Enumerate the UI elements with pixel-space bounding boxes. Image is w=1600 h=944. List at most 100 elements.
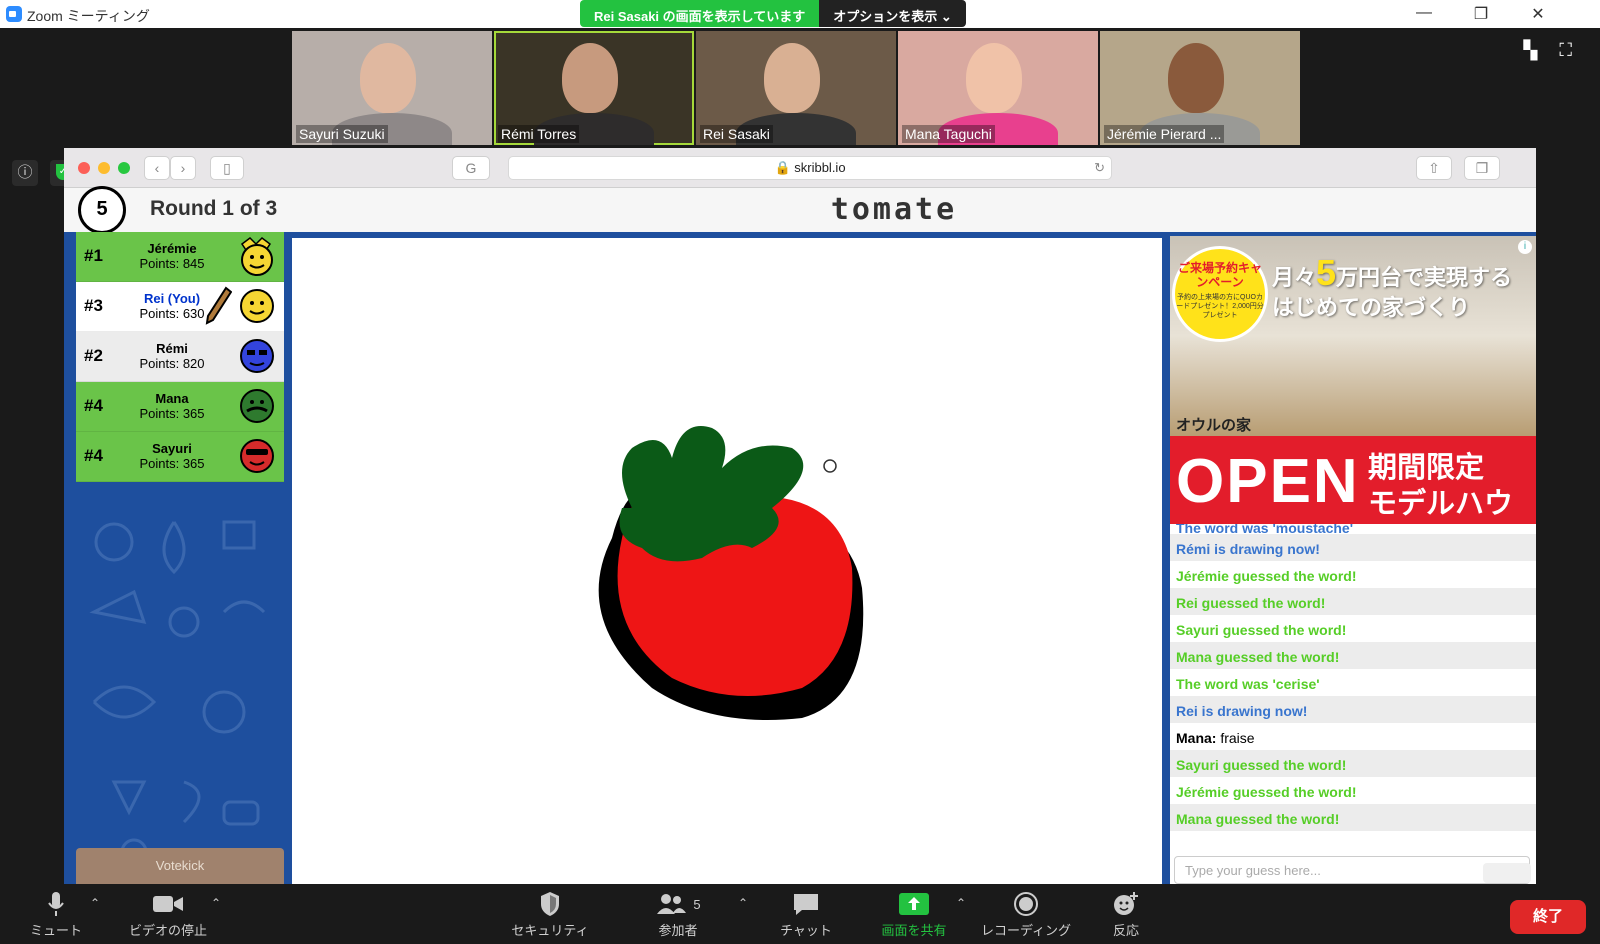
- guess-submit-button[interactable]: [1483, 863, 1531, 883]
- shared-browser-window: ‹ › ▯ G 🔒 skribbl.io ↻ ⇧ ❐ 5 Round 1 of …: [64, 148, 1536, 884]
- participant-face: [764, 43, 820, 113]
- stop-video-button[interactable]: ビデオの停止: [118, 890, 218, 939]
- chat-message: Rémi is drawing now!: [1170, 534, 1536, 561]
- chat-button[interactable]: チャット: [756, 890, 856, 939]
- player-avatar-icon: [240, 289, 274, 323]
- view-options-button[interactable]: オプションを表示 ⌄: [819, 0, 966, 27]
- player-rank: #4: [84, 446, 103, 465]
- close-icon[interactable]: ✕: [1526, 4, 1550, 24]
- advertisement-banner[interactable]: ご来場予約キャンペーン 予約の上来場の方にQUOカードプレゼント！2,000円分…: [1170, 236, 1536, 524]
- forward-icon[interactable]: ›: [170, 156, 196, 180]
- player-avatar-icon: [240, 439, 274, 473]
- player-name: Rei (You): [143, 291, 201, 306]
- restore-icon[interactable]: ❐: [1469, 4, 1493, 24]
- ad-info-icon[interactable]: i: [1518, 240, 1532, 254]
- player-row[interactable]: #1 Jérémie Points: 845: [76, 232, 284, 282]
- meeting-info-icon[interactable]: ⓘ: [12, 160, 38, 186]
- back-icon[interactable]: ‹: [144, 156, 170, 180]
- reactions-label: 反応: [1112, 923, 1139, 938]
- timer-clock-icon: 5: [78, 186, 126, 234]
- player-rank: #1: [84, 246, 103, 265]
- zoom-window: Zoom ミーティング Rei Sasaki の画面を表示しています オプション…: [0, 0, 1600, 944]
- player-name: Rémi: [156, 341, 188, 356]
- votekick-button[interactable]: Votekick: [76, 848, 284, 884]
- share-icon[interactable]: ⇧: [1416, 156, 1452, 180]
- minimize-window-icon[interactable]: [98, 162, 110, 174]
- record-button[interactable]: レコーディング: [976, 890, 1076, 939]
- guess-input[interactable]: Type your guess here...: [1174, 856, 1531, 884]
- chat-message: Rei guessed the word!: [1170, 588, 1536, 615]
- campaign-badge: ご来場予約キャンペーン 予約の上来場の方にQUOカードプレゼント！2,000円分…: [1172, 246, 1268, 342]
- participant-face: [966, 43, 1022, 113]
- headline-number: 5: [1316, 252, 1337, 293]
- reload-icon[interactable]: ↻: [1094, 157, 1105, 179]
- screen-share-banner: Rei Sasaki の画面を表示しています オプションを表示 ⌄: [580, 0, 966, 27]
- lock-icon: 🔒: [774, 160, 795, 175]
- participant-name: Mana Taguchi: [902, 125, 995, 143]
- player-row[interactable]: #2 Rémi Points: 820: [76, 332, 284, 382]
- video-tile[interactable]: Mana Taguchi: [898, 31, 1098, 145]
- player-row[interactable]: #4 Mana Points: 365: [76, 382, 284, 432]
- meeting-controls-bar: ミュート ⌃ ビデオの停止 ⌃ セキュリティ 5 参加者 ⌃ チャット 画面を共…: [0, 884, 1600, 944]
- share-label: 画面を共有: [881, 923, 947, 938]
- extension-icon[interactable]: G: [452, 156, 490, 180]
- chat-author: Mana:: [1176, 730, 1217, 746]
- video-tile-active[interactable]: Rémi Torres: [494, 31, 694, 145]
- mute-label: ミュート: [29, 923, 82, 938]
- participant-name: Sayuri Suzuki: [296, 125, 388, 143]
- player-points: Points: 845: [139, 256, 205, 271]
- sidebar-icon[interactable]: ▯: [210, 156, 244, 180]
- end-meeting-button[interactable]: 終了: [1510, 900, 1586, 934]
- participants-chevron-icon[interactable]: ⌃: [738, 896, 748, 910]
- video-camera-icon: [153, 896, 183, 912]
- share-screen-button[interactable]: 画面を共有: [864, 890, 964, 939]
- player-rank: #4: [84, 396, 103, 415]
- current-word: tomate: [830, 192, 958, 227]
- chat-message: Mana: fraise: [1170, 723, 1536, 750]
- fullscreen-icon[interactable]: ⛶: [1559, 40, 1572, 61]
- shield-icon: [541, 892, 559, 916]
- address-bar[interactable]: 🔒 skribbl.io ↻: [508, 156, 1112, 180]
- reactions-button[interactable]: 反応: [1076, 890, 1176, 939]
- ad-limited-text: 期間限定 モデルハウス: [1368, 450, 1536, 524]
- video-tile[interactable]: Jérémie Pierard ...: [1100, 31, 1300, 145]
- player-avatar-icon: [240, 339, 274, 373]
- ad-open-text: OPEN: [1176, 447, 1360, 516]
- participant-name: Rei Sasaki: [700, 125, 773, 143]
- video-tile[interactable]: Sayuri Suzuki: [292, 31, 492, 145]
- round-indicator: Round 1 of 3: [150, 197, 278, 220]
- participants-button[interactable]: 5 参加者: [628, 890, 728, 939]
- chat-label: チャット: [780, 923, 832, 938]
- audio-options-chevron-icon[interactable]: ⌃: [90, 896, 100, 910]
- player-row[interactable]: #4 Sayuri Points: 365: [76, 432, 284, 482]
- participant-face: [562, 43, 618, 113]
- title-bar: Zoom ミーティング Rei Sasaki の画面を表示しています オプション…: [0, 0, 1600, 28]
- tomato-drawing: [598, 426, 864, 720]
- gallery-view-icon[interactable]: ▚: [1524, 40, 1538, 61]
- player-row-self[interactable]: #3 Rei (You) Points: 630: [76, 282, 284, 332]
- video-tile[interactable]: Rei Sasaki: [696, 31, 896, 145]
- game-header: 5 Round 1 of 3 tomate: [64, 186, 1536, 234]
- player-avatar-icon: [240, 389, 274, 423]
- minimize-icon[interactable]: —: [1412, 4, 1436, 22]
- drawing-canvas[interactable]: [292, 238, 1162, 884]
- zoom-window-icon[interactable]: [118, 162, 130, 174]
- player-points: Points: 630: [139, 306, 205, 321]
- security-button[interactable]: セキュリティ: [500, 890, 600, 939]
- record-icon: [1014, 892, 1038, 916]
- chat-bubble-icon: [794, 894, 818, 915]
- campaign-subtitle: 予約の上来場の方にQUOカードプレゼント！2,000円分プレゼント: [1176, 294, 1264, 319]
- close-window-icon[interactable]: [78, 162, 90, 174]
- chat-message: The word was 'moustache': [1170, 524, 1536, 536]
- player-name: Jérémie: [147, 241, 197, 256]
- chat-messages: Rémi is drawing now! Jérémie guessed the…: [1170, 534, 1536, 831]
- headline-pre: 月々: [1272, 265, 1317, 290]
- view-controls: ▚ ⛶: [1524, 40, 1572, 61]
- share-screen-icon: [899, 893, 929, 915]
- security-label: セキュリティ: [511, 923, 589, 938]
- pencil-drawing-icon: [205, 286, 232, 325]
- video-label: ビデオの停止: [128, 923, 207, 938]
- tabs-icon[interactable]: ❐: [1464, 156, 1500, 180]
- share-options-chevron-icon[interactable]: ⌃: [956, 896, 966, 910]
- video-options-chevron-icon[interactable]: ⌃: [211, 896, 221, 910]
